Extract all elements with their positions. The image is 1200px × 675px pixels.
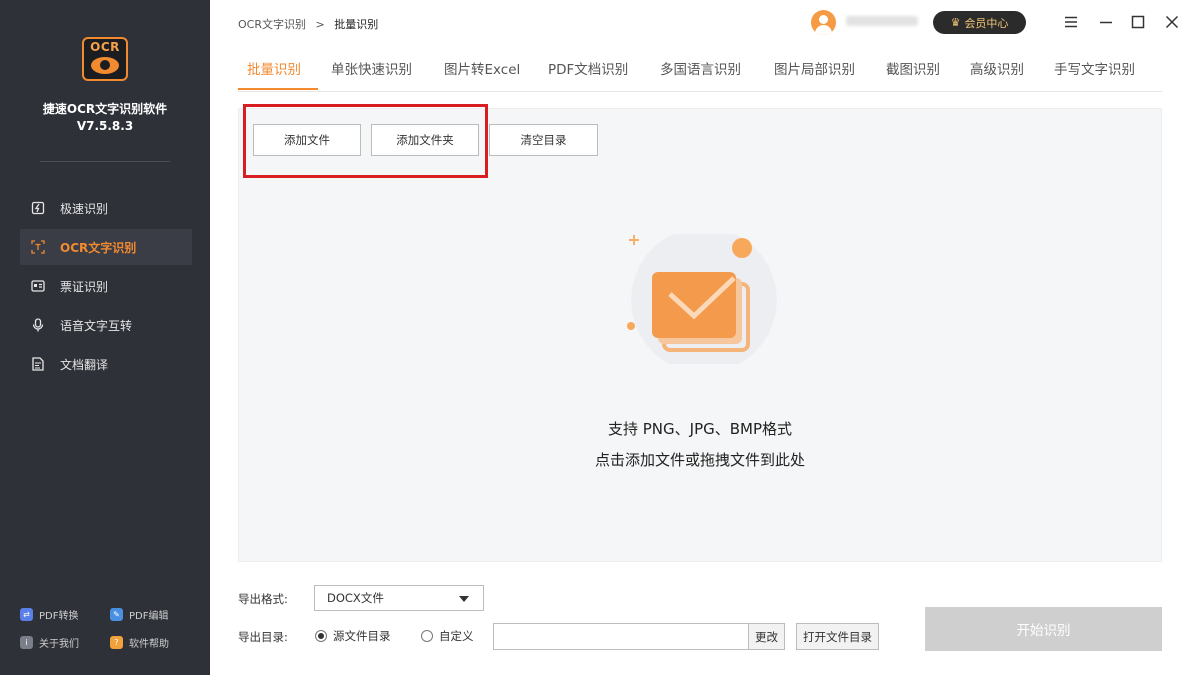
sidebar-item-ocr[interactable]: OCR文字识别 [20, 229, 192, 265]
vip-label: 会员中心 [964, 16, 1009, 30]
clear-list-button[interactable]: 清空目录 [489, 124, 598, 156]
tab-screenshot[interactable]: 截图识别 [886, 58, 940, 78]
tab-bar: 批量识别 单张快速识别 图片转Excel PDF文档识别 多国语言识别 图片局部… [238, 56, 1162, 92]
radio-custom-label: 自定义 [439, 629, 474, 643]
info-icon: i [20, 635, 33, 649]
tab-batch-recognition[interactable]: 批量识别 [247, 58, 301, 78]
sidebar-item-ticket-recognition[interactable]: 票证识别 [20, 268, 192, 304]
sidebar-item-speech-text[interactable]: 语音文字互转 [20, 307, 192, 343]
sidebar-divider [40, 161, 170, 162]
sidebar-item-label: OCR文字识别 [60, 240, 137, 255]
minimize-button[interactable] [1096, 12, 1116, 32]
app-name: 捷速OCR文字识别软件 [42, 102, 168, 116]
highlight-annotation [243, 104, 488, 178]
export-format-value: DOCX文件 [327, 591, 384, 605]
about-label: 关于我们 [39, 638, 79, 650]
avatar[interactable] [811, 10, 836, 35]
maximize-button[interactable] [1128, 12, 1148, 32]
close-icon [1165, 15, 1179, 29]
radio-checked-icon [315, 630, 327, 642]
sidebar-item-fast-recognition[interactable]: 极速识别 [20, 190, 192, 226]
crown-icon: ♛ [950, 16, 961, 29]
breadcrumb-current: 批量识别 [334, 18, 379, 31]
sidebar-item-label: 票证识别 [60, 279, 109, 294]
pdf-edit-icon: ✎ [110, 607, 123, 621]
text-scan-icon [31, 240, 45, 254]
sidebar-footer: ⇄ PDF转换 ✎ PDF编辑 i 关于我们 ? 软件帮助 [20, 604, 200, 660]
sidebar-nav: 极速识别 OCR文字识别 票证识别 语音文字互转 文档翻译 [20, 190, 192, 385]
start-recognition-button[interactable]: 开始识别 [925, 607, 1162, 651]
sidebar-item-doc-translate[interactable]: 文档翻译 [20, 346, 192, 382]
sidebar-item-label: 语音文字互转 [60, 318, 133, 333]
about-link[interactable]: i 关于我们 [20, 632, 110, 652]
avatar-head-icon [819, 15, 828, 24]
dropzone-action-hint: 点击添加文件或拖拽文件到此处 [594, 451, 805, 469]
export-format-label: 导出格式: [238, 592, 288, 606]
id-card-icon [31, 279, 45, 293]
breadcrumb-parent[interactable]: OCR文字识别 [238, 18, 306, 31]
tab-multilanguage[interactable]: 多国语言识别 [660, 58, 741, 78]
radio-source-label: 源文件目录 [333, 629, 391, 643]
sidebar-item-label: 极速识别 [60, 201, 109, 216]
radio-custom-dir[interactable]: 自定义 [421, 628, 474, 644]
maximize-icon [1131, 15, 1145, 29]
user-name-blurred [846, 16, 918, 26]
document-translate-icon [31, 357, 45, 371]
vip-center-button[interactable]: ♛ 会员中心 [933, 11, 1026, 34]
pupil-icon [100, 60, 110, 70]
tab-pdf-recognition[interactable]: PDF文档识别 [548, 58, 628, 78]
sidebar: OCR 捷速OCR文字识别软件 V7.5.8.3 极速识别 OCR文字识别 票证… [0, 0, 210, 675]
export-path-input[interactable] [493, 623, 749, 650]
app-version: V7.5.8.3 [76, 119, 134, 133]
tab-handwriting[interactable]: 手写文字识别 [1054, 58, 1135, 78]
microphone-icon [31, 318, 45, 332]
breadcrumb-separator: > [315, 18, 325, 31]
help-link[interactable]: ? 软件帮助 [110, 632, 200, 652]
tab-image-to-excel[interactable]: 图片转Excel [444, 58, 520, 78]
active-tab-indicator [238, 88, 318, 90]
help-label: 软件帮助 [129, 638, 169, 650]
hamburger-icon [1065, 16, 1077, 28]
sidebar-item-label: 文档翻译 [60, 357, 109, 372]
tab-advanced[interactable]: 高级识别 [970, 58, 1024, 78]
pdf-edit-link[interactable]: ✎ PDF编辑 [110, 604, 200, 624]
open-dir-button[interactable]: 打开文件目录 [796, 623, 879, 650]
dropzone-format-hint: 支持 PNG、JPG、BMP格式 [607, 420, 793, 438]
app-logo: OCR [82, 37, 128, 81]
tab-partial-image[interactable]: 图片局部识别 [774, 58, 855, 78]
menu-button[interactable] [1061, 12, 1081, 32]
change-dir-button[interactable]: 更改 [748, 623, 785, 650]
pdf-convert-label: PDF转换 [39, 610, 79, 622]
help-icon: ? [110, 635, 123, 649]
export-dir-label: 导出目录: [238, 630, 288, 644]
pdf-convert-link[interactable]: ⇄ PDF转换 [20, 604, 110, 624]
export-format-select[interactable]: DOCX文件 [314, 585, 484, 611]
upload-illustration-icon [627, 234, 777, 364]
close-button[interactable] [1162, 12, 1182, 32]
breadcrumb: OCR文字识别 > 批量识别 [238, 16, 378, 32]
avatar-body-icon [815, 25, 832, 35]
radio-source-dir[interactable]: 源文件目录 [315, 628, 391, 644]
pdf-convert-icon: ⇄ [20, 607, 33, 621]
chevron-down-icon [459, 596, 469, 602]
lightning-doc-icon [31, 201, 45, 215]
tab-single-fast[interactable]: 单张快速识别 [331, 58, 412, 78]
pdf-edit-label: PDF编辑 [129, 610, 169, 622]
radio-unchecked-icon [421, 630, 433, 642]
minimize-icon [1100, 21, 1112, 24]
logo-text: OCR [90, 40, 120, 54]
